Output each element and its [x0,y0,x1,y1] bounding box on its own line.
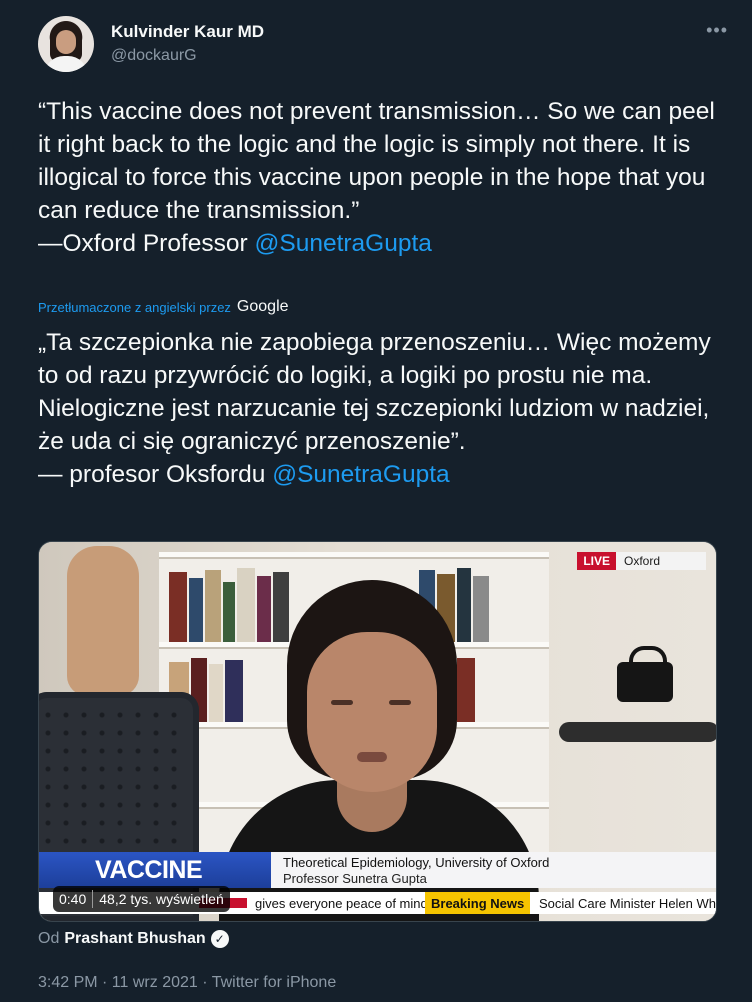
caption-line1: Theoretical Epidemiology, University of … [283,855,550,870]
verified-badge-icon: ✓ [210,930,229,948]
translated-text: „Ta szczepionka nie zapobiega przenoszen… [38,326,728,491]
author-name[interactable]: Kulvinder Kaur MD [111,22,264,42]
caption-line2: Professor Sunetra Gupta [283,871,427,886]
video-stats-overlay: 0:40 48,2 tys. wyświetleń [53,886,230,912]
breaking-news-label: Breaking News [425,892,531,914]
ticker-text-2: Social Care Minister Helen Wha [539,896,717,911]
translation-credit: Przetłumaczone z angielski przez Google [38,298,289,316]
video-player[interactable]: LIVE Oxford VACCINE ROLLOUT Theoretical … [38,541,717,922]
video-source: Od Prashant Bhushan ✓ [38,930,229,948]
google-logo: Google [236,298,289,315]
side-table-image [559,722,716,742]
tweet-body: “This vaccine does not prevent transmiss… [38,98,715,224]
translation-label[interactable]: Przetłumaczone z angielski przez [38,300,231,315]
lower-third: VACCINE ROLLOUT Theoretical Epidemiology… [39,852,716,920]
tweet-metadata[interactable]: 3:42 PM · 11 wrz 2021 · Twitter for iPho… [38,974,336,992]
tweet-text: “This vaccine does not prevent transmiss… [38,95,728,260]
translation-body: „Ta szczepionka nie zapobiega przenoszen… [38,329,711,455]
mention-link-translated[interactable]: @SunetraGupta [272,461,449,488]
avatar[interactable] [38,16,94,72]
video-duration: 0:40 [59,891,87,907]
live-badge: LIVE Oxford [577,552,706,570]
author-handle[interactable]: @dockaurG [111,47,197,65]
translation-attribution: — profesor Oksfordu [38,461,273,488]
live-label: LIVE [577,552,616,570]
ticker-text-1: gives everyone peace of mind [255,896,428,911]
more-horizontal-icon[interactable]: ••• [706,20,728,41]
tweet-header: Kulvinder Kaur MD @dockaurG ••• [38,16,728,76]
view-count: 48,2 tys. wyświetleń [99,891,224,907]
news-banner: VACCINE ROLLOUT [39,852,271,920]
mention-link[interactable]: @SunetraGupta [254,230,431,257]
mannequin-image [67,546,139,696]
source-prefix: Od [38,930,60,947]
source-author[interactable]: Prashant Bhushan [64,930,205,948]
handbag-image [617,646,673,702]
tweet-attribution: —Oxford Professor [38,230,255,257]
location-label: Oxford [616,552,706,570]
